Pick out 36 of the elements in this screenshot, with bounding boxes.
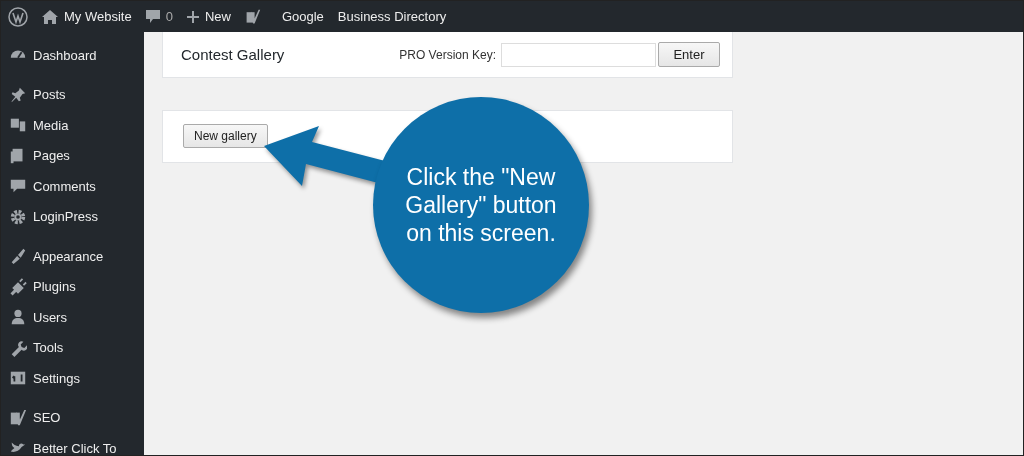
plus-icon[interactable] [186,10,199,23]
toolbar-link[interactable]: Google [274,9,331,24]
menu-item[interactable]: Posts [33,87,66,103]
menu-item[interactable]: Comments [33,178,96,194]
callout-bubble: Click the "New Gallery" button on this screen. [373,97,589,313]
menu-item[interactable]: Settings [33,370,80,386]
user-icon[interactable] [9,308,27,327]
menu-item[interactable]: Dashboard [33,47,97,63]
site-name-link[interactable]: My Website [64,9,132,24]
new-link[interactable]: New [204,9,231,24]
menu-item[interactable]: Appearance [33,248,104,264]
new-gallery-button[interactable]: New gallery [183,124,268,148]
pin-icon[interactable] [9,85,27,104]
menu-item[interactable]: SEO [33,410,61,426]
menu-item[interactable]: LoginPress [33,209,99,225]
menu-item[interactable]: Tools [33,340,64,356]
field-label: PRO Version Key: [399,47,496,62]
menu-item[interactable]: Users [33,309,67,325]
gear-icon[interactable] [9,207,27,226]
enter-button[interactable]: Enter [658,42,720,67]
seo-logo-icon[interactable] [9,408,27,427]
menu-item[interactable]: Plugins [33,279,76,295]
menu-item[interactable]: Media [33,117,69,133]
plug-icon[interactable] [9,277,27,296]
wrench-icon[interactable] [9,338,27,357]
page-title: Contest Gallery [181,46,286,63]
toolbar-link[interactable]: Business Directory [330,9,454,24]
seo-logo-icon[interactable] [244,8,261,25]
key-input-field[interactable] [501,42,656,67]
speech-bubble-icon[interactable] [145,9,160,24]
wordpress-logo-icon[interactable] [8,6,28,27]
comment-count[interactable]: 0 [165,9,173,24]
home-icon[interactable] [42,9,58,24]
brush-icon[interactable] [9,247,27,266]
menu-item[interactable]: Pages [33,148,70,164]
menu-item[interactable]: Better Click To [33,440,117,455]
